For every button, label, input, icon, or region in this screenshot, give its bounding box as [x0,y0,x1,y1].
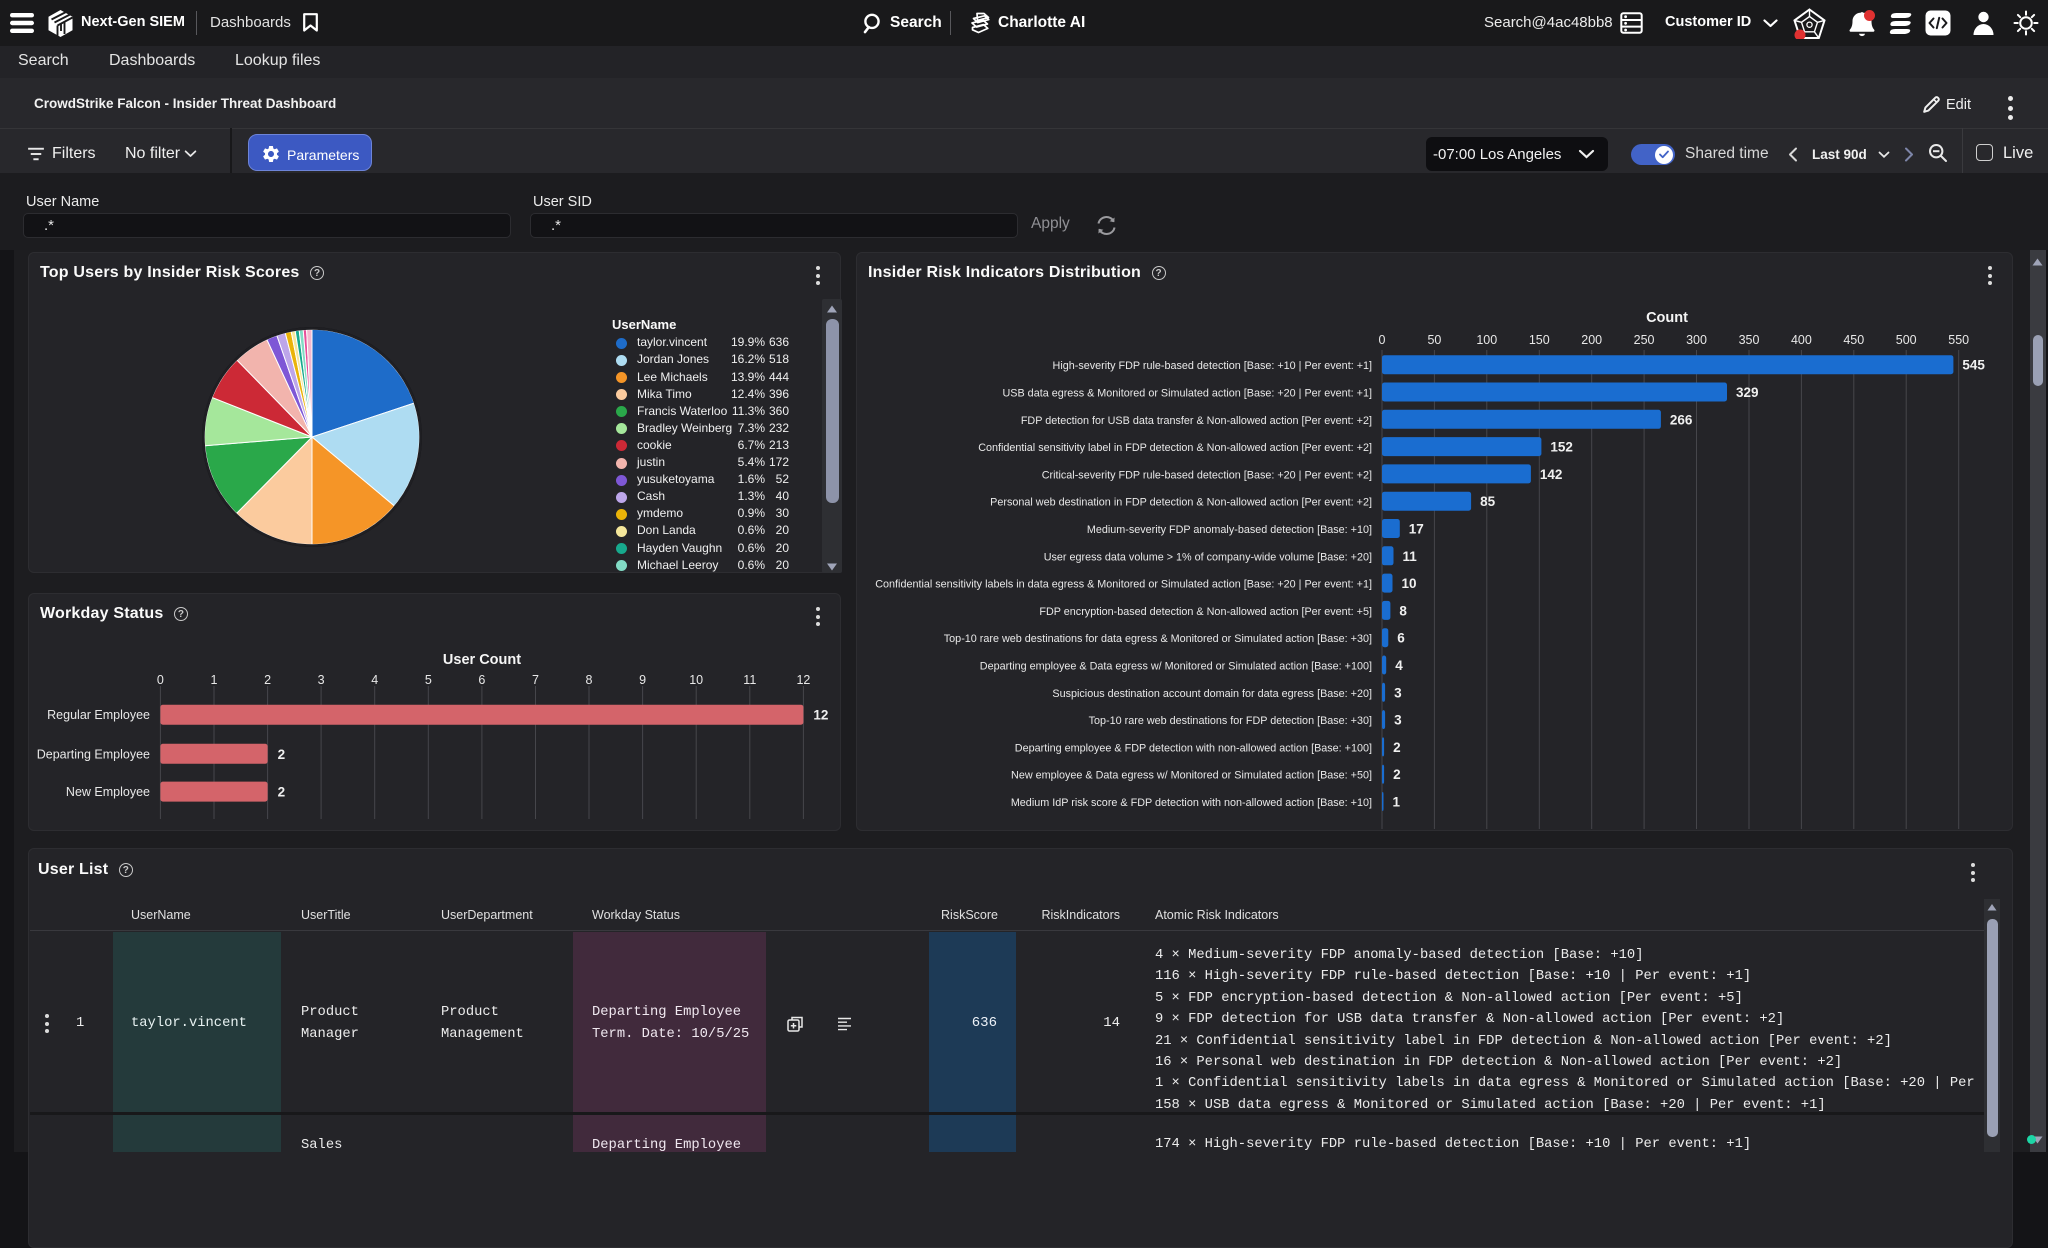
svg-text:Personal web destination in FD: Personal web destination in FDP detectio… [990,497,1372,509]
svg-text:Count: Count [1646,310,1688,326]
svg-text:400: 400 [1791,333,1812,347]
svg-text:Medium-severity FDP anomaly-ba: Medium-severity FDP anomaly-based detect… [1087,524,1372,536]
svg-text:50: 50 [1427,333,1441,347]
svg-text:4: 4 [1395,658,1403,673]
svg-text:Confidential sensitivity label: Confidential sensitivity labels in data … [875,579,1372,591]
svg-text:200: 200 [1581,333,1602,347]
svg-text:User egress data volume > 1% o: User egress data volume > 1% of company-… [1044,551,1372,563]
svg-text:450: 450 [1843,333,1864,347]
svg-text:300: 300 [1686,333,1707,347]
svg-text:High-severity FDP rule-based d: High-severity FDP rule-based detection [… [1053,360,1372,372]
svg-text:266: 266 [1670,412,1693,427]
svg-text:6: 6 [1397,631,1405,646]
svg-text:500: 500 [1896,333,1917,347]
svg-text:Top-10 rare web destinations f: Top-10 rare web destinations for data eg… [944,633,1372,645]
svg-text:Critical-severity FDP rule-bas: Critical-severity FDP rule-based detecti… [1042,469,1372,481]
svg-text:550: 550 [1948,333,1969,347]
svg-text:FDP encryption-based detection: FDP encryption-based detection & Non-all… [1039,606,1372,618]
svg-text:Confidential sensitivity label: Confidential sensitivity label in FDP de… [978,442,1372,454]
svg-text:3: 3 [1394,685,1402,700]
svg-text:Suspicious destination account: Suspicious destination account domain fo… [1052,688,1372,700]
svg-text:329: 329 [1736,385,1759,400]
svg-text:2: 2 [1393,740,1401,755]
svg-text:0: 0 [1379,333,1386,347]
svg-text:USB data egress & Monitored or: USB data egress & Monitored or Simulated… [1002,388,1372,400]
svg-text:1: 1 [1393,795,1401,810]
svg-text:17: 17 [1409,522,1424,537]
svg-text:150: 150 [1529,333,1550,347]
svg-text:Departing employee & Data egre: Departing employee & Data egress w/ Moni… [980,661,1372,673]
svg-text:FDP detection for USB data tra: FDP detection for USB data transfer & No… [1021,415,1372,427]
svg-text:142: 142 [1540,467,1563,482]
svg-text:Departing employee & FDP detec: Departing employee & FDP detection with … [1015,742,1372,754]
svg-text:250: 250 [1634,333,1655,347]
svg-text:New employee & Data egress w/: New employee & Data egress w/ Monitored … [1011,770,1372,782]
svg-text:2: 2 [1393,767,1401,782]
svg-text:545: 545 [1962,358,1985,373]
svg-text:8: 8 [1399,603,1407,618]
svg-text:100: 100 [1476,333,1497,347]
svg-text:152: 152 [1550,440,1573,455]
svg-text:10: 10 [1402,576,1417,591]
svg-text:Top-10 rare web destinations f: Top-10 rare web destinations for FDP det… [1089,715,1372,727]
svg-text:85: 85 [1480,494,1496,509]
svg-text:3: 3 [1394,713,1402,728]
svg-text:350: 350 [1739,333,1760,347]
svg-text:Medium IdP risk score & FDP de: Medium IdP risk score & FDP detection wi… [1011,797,1372,809]
svg-text:11: 11 [1403,549,1418,564]
